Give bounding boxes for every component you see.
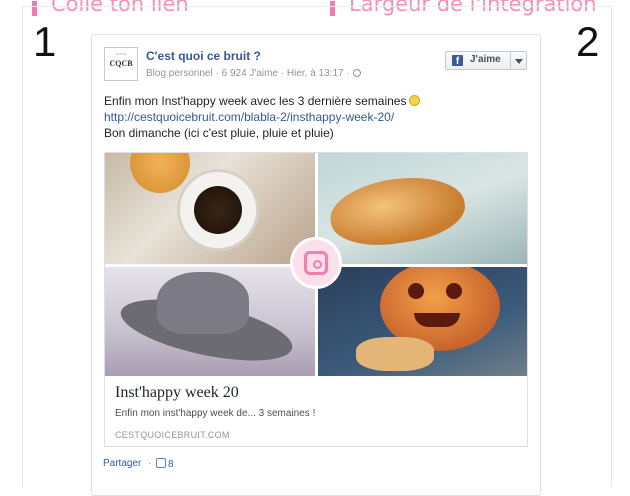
post-text: Enfin mon Inst'happy week avec les 3 der… [104, 93, 524, 141]
caret-down-icon[interactable] [515, 59, 523, 64]
like-button-label: J'aime [470, 54, 501, 65]
thumbs-up-icon [156, 458, 166, 468]
pumpkin-eye [408, 283, 424, 299]
attachment-description: Enfin mon inst'happy week de... 3 semain… [115, 408, 316, 419]
footer-separator: · [148, 458, 152, 469]
like-count-value: 8 [168, 459, 174, 470]
facebook-post: ~~~ CQCB C'est quoi ce bruit ? Blog pers… [91, 34, 541, 496]
hat-top-shape [157, 272, 249, 334]
facebook-icon: f [452, 55, 463, 66]
pumpkin-eye [446, 283, 462, 299]
step-number-2: 2 [576, 18, 600, 65]
photo-croissant [318, 153, 527, 264]
camera-outline [304, 251, 328, 275]
step-number-1: 1 [33, 18, 57, 65]
avatar[interactable]: ~~~ CQCB [104, 47, 138, 81]
post-meta: Blog personnel · 6 924 J'aime · Hier, à … [146, 68, 361, 79]
globe-icon [352, 69, 361, 77]
photo-coffee [105, 153, 315, 264]
post-link[interactable]: http://cestquoicebruit.com/blabla-2/inst… [104, 109, 524, 125]
post-text-line1: Enfin mon Inst'happy week avec les 3 der… [104, 94, 407, 108]
photo-pumpkin [318, 267, 527, 376]
photo-collage[interactable] [105, 153, 527, 376]
link-attachment[interactable]: Inst'happy week 20 Enfin mon inst'happy … [104, 152, 528, 447]
post-text-line3: Bon dimanche (ici c'est pluie, pluie et … [104, 126, 334, 140]
like-page-button[interactable]: f J'aime [445, 51, 527, 70]
instagram-icon [290, 237, 342, 289]
camera-lens [313, 260, 322, 269]
pumpkin-mouth [414, 313, 460, 327]
smiley-icon [409, 95, 421, 106]
like-count[interactable]: 8 [156, 458, 174, 470]
avatar-text: CQCB [109, 59, 133, 68]
bread-shape [356, 337, 434, 371]
photo-witch-hat [105, 267, 315, 376]
share-link[interactable]: Partager [103, 458, 141, 469]
attachment-domain: CESTQUOICEBRUIT.COM [115, 430, 230, 440]
post-meta-text: Blog personnel · 6 924 J'aime · Hier, à … [146, 68, 350, 79]
page-name-link[interactable]: C'est quoi ce bruit ? [146, 49, 261, 63]
coffee-shape [194, 186, 242, 234]
pastry-shape [130, 153, 190, 193]
avatar-ornament: ~~~ [115, 52, 127, 58]
coffee-cup-shape [177, 169, 259, 251]
attachment-title[interactable]: Inst'happy week 20 [115, 384, 239, 402]
like-button-divider [510, 52, 511, 69]
croissant-shape [326, 169, 469, 253]
